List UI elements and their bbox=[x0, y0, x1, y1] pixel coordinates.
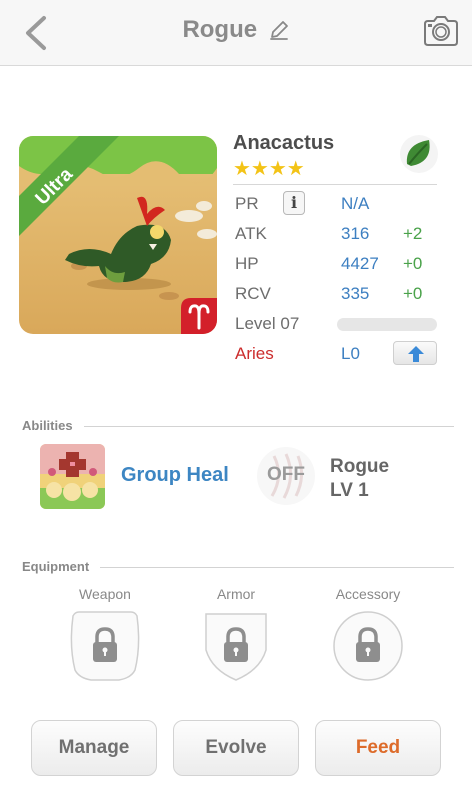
stats-divider bbox=[233, 184, 437, 185]
info-icon[interactable]: i bbox=[283, 191, 305, 215]
stat-row-level: Level 07 bbox=[233, 314, 439, 338]
accessory-slot[interactable] bbox=[332, 610, 404, 682]
abilities-section-label: Abilities bbox=[22, 418, 73, 433]
title-group: Rogue bbox=[0, 16, 472, 44]
role-name: Rogue bbox=[330, 456, 390, 477]
weapon-slot-label: Weapon bbox=[79, 586, 131, 602]
xp-bar bbox=[337, 318, 437, 331]
role-level: LV 1 bbox=[330, 480, 369, 501]
monster-portrait[interactable]: Ultra bbox=[19, 136, 217, 334]
atk-value: 316 bbox=[341, 224, 370, 243]
stat-row-sign: Aries L0 bbox=[233, 341, 439, 368]
armor-slot[interactable] bbox=[200, 610, 272, 682]
camera-icon[interactable] bbox=[422, 14, 460, 48]
rcv-value: 335 bbox=[341, 284, 370, 303]
weapon-slot[interactable] bbox=[69, 610, 141, 682]
hp-value: 4427 bbox=[341, 254, 379, 273]
star-rating: ★★★★ bbox=[233, 158, 305, 180]
pencil-icon[interactable] bbox=[268, 19, 290, 41]
sign-label: Aries bbox=[235, 344, 274, 363]
manage-button[interactable]: Manage bbox=[31, 720, 157, 776]
page-title[interactable]: Rogue bbox=[182, 16, 257, 43]
monster-name: Anacactus bbox=[233, 132, 335, 154]
group-heal-icon[interactable] bbox=[40, 444, 105, 509]
atk-bonus: +2 bbox=[403, 224, 423, 243]
hp-label: HP bbox=[235, 254, 259, 273]
ability-name[interactable]: Group Heal bbox=[121, 464, 229, 487]
rcv-label: RCV bbox=[235, 284, 271, 303]
nav-bar: Rogue bbox=[0, 0, 472, 66]
atk-label: ATK bbox=[235, 224, 267, 243]
sign-level: L0 bbox=[341, 344, 360, 363]
pr-value: N/A bbox=[341, 194, 370, 213]
abilities-divider bbox=[84, 426, 454, 427]
stat-row-rcv: RCV 335 +0 bbox=[233, 284, 439, 308]
leaf-icon bbox=[400, 135, 438, 173]
stat-row-atk: ATK 316 +2 bbox=[233, 224, 439, 248]
accessory-slot-label: Accessory bbox=[335, 586, 401, 602]
feed-button[interactable]: Feed bbox=[315, 720, 441, 776]
armor-slot-label: Armor bbox=[216, 586, 256, 602]
level-label: Level 07 bbox=[235, 314, 300, 333]
evolve-button[interactable]: Evolve bbox=[173, 720, 299, 776]
pr-label: PR bbox=[235, 194, 259, 213]
arrow-up-icon bbox=[408, 346, 424, 362]
equipment-section-label: Equipment bbox=[22, 559, 90, 574]
stat-row-hp: HP 4427 +0 bbox=[233, 254, 439, 278]
equipment-divider bbox=[100, 567, 454, 568]
rcv-bonus: +0 bbox=[403, 284, 423, 303]
aries-icon bbox=[181, 298, 217, 334]
upgrade-button[interactable] bbox=[393, 341, 437, 365]
role-status[interactable]: OFF bbox=[256, 464, 316, 486]
hp-bonus: +0 bbox=[403, 254, 423, 273]
stat-row-pr: PR i N/A bbox=[233, 191, 439, 218]
